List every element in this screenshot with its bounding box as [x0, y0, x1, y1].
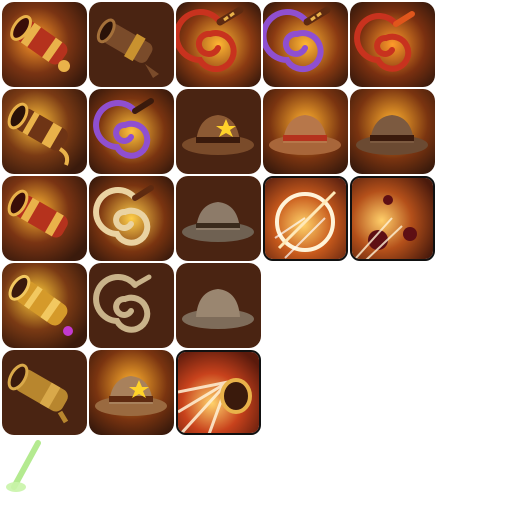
whip-icon[interactable]	[89, 176, 174, 261]
cowboy-hat-icon[interactable]	[350, 89, 435, 174]
cowboy-hat-icon[interactable]	[176, 176, 261, 261]
whip-icon[interactable]	[176, 2, 261, 87]
cowboy-hat-icon[interactable]	[176, 89, 261, 174]
cannon-blast-skill-icon[interactable]	[176, 350, 261, 435]
cowboy-hat-icon[interactable]	[176, 263, 261, 348]
whip-lash-skill-icon[interactable]	[263, 176, 348, 261]
whip-icon[interactable]	[263, 2, 348, 87]
whip-icon[interactable]	[350, 2, 435, 87]
cannon-icon[interactable]	[2, 89, 87, 174]
cannon-icon[interactable]	[2, 350, 87, 435]
cannon-icon[interactable]	[2, 263, 87, 348]
whip-icon[interactable]	[89, 89, 174, 174]
icon-sprite-sheet	[0, 0, 512, 512]
cannonball-skill-icon[interactable]	[350, 176, 435, 261]
light-beam-icon	[0, 437, 50, 497]
cannon-icon[interactable]	[89, 2, 174, 87]
cannon-icon[interactable]	[2, 2, 87, 87]
cowboy-hat-icon[interactable]	[263, 89, 348, 174]
cannon-icon[interactable]	[2, 176, 87, 261]
cowboy-hat-icon[interactable]	[89, 350, 174, 435]
whip-icon[interactable]	[89, 263, 174, 348]
